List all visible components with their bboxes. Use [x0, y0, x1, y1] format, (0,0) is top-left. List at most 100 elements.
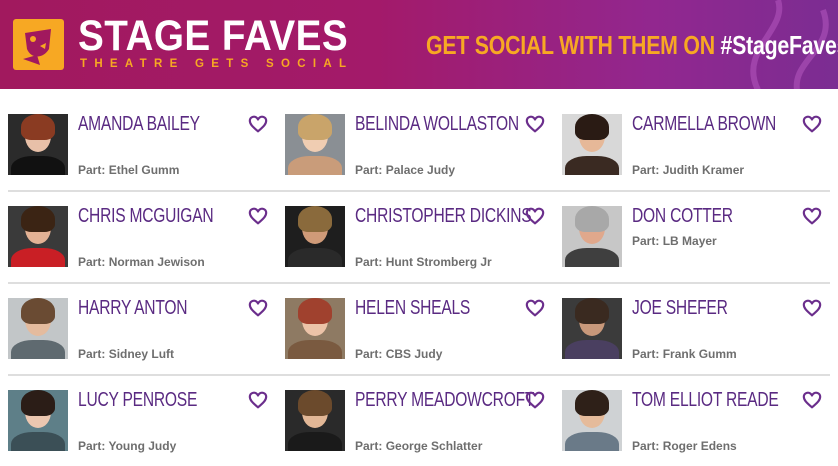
part-role: Judith Kramer [662, 163, 745, 177]
shoulders [288, 432, 342, 451]
part-line: Part: Sidney Luft [78, 347, 174, 361]
actor-name-link[interactable]: BELINDA WOLLASTON [355, 113, 519, 136]
actor-name-link[interactable]: CARMELLA BROWN [632, 113, 776, 136]
cast-card[interactable]: PERRY MEADOWCROFT Part: George Schlatter [285, 365, 553, 457]
heart-icon[interactable] [802, 207, 822, 225]
heart-icon[interactable] [248, 299, 268, 317]
part-role: George Schlatter [385, 439, 483, 453]
part-line: Part: Young Judy [78, 439, 176, 453]
headshot-photo[interactable] [8, 298, 68, 359]
cast-card[interactable]: JOE SHEFER Part: Frank Gumm [562, 273, 830, 365]
headshot-photo[interactable] [562, 390, 622, 451]
shoulders [565, 248, 619, 267]
heart-icon[interactable] [525, 115, 545, 133]
actor-name-link[interactable]: CHRISTOPHER DICKINS [355, 205, 532, 228]
cast-row: HARRY ANTON Part: Sidney Luft HELEN SHEALS… [0, 273, 838, 376]
cast-card[interactable]: TOM ELLIOT READE Part: Roger Edens [562, 365, 830, 457]
part-line: Part: Judith Kramer [632, 163, 744, 177]
headshot-photo[interactable] [562, 114, 622, 175]
actor-name-link[interactable]: HARRY ANTON [78, 297, 188, 320]
hair [298, 114, 332, 140]
actor-name-link[interactable]: JOE SHEFER [632, 297, 728, 320]
shoulders [288, 156, 342, 175]
part-line: Part: Frank Gumm [632, 347, 737, 361]
part-line: Part: Ethel Gumm [78, 163, 179, 177]
part-line: Part: Roger Edens [632, 439, 737, 453]
cast-grid: AMANDA BAILEY Part: Ethel Gumm BELINDA WOL… [0, 89, 838, 457]
cast-card[interactable]: LUCY PENROSE Part: Young Judy [8, 365, 276, 457]
hair [21, 390, 55, 416]
shoulders [11, 248, 65, 267]
hair [575, 298, 609, 324]
headshot-photo[interactable] [8, 390, 68, 451]
part-role: LB Mayer [662, 234, 717, 248]
cta-text: GET SOCIAL WITH THEM ON [426, 30, 721, 60]
cast-card[interactable]: HARRY ANTON Part: Sidney Luft [8, 273, 276, 365]
heart-icon[interactable] [248, 391, 268, 409]
cast-card[interactable]: CHRIS MCGUIGAN Part: Norman Jewison [8, 181, 276, 273]
headshot-photo[interactable] [8, 206, 68, 267]
heart-icon[interactable] [802, 391, 822, 409]
logo-icon[interactable] [13, 19, 64, 70]
cast-row: LUCY PENROSE Part: Young Judy PERRY MEADOW… [0, 365, 838, 457]
hair [298, 298, 332, 324]
hair [298, 390, 332, 416]
heart-icon[interactable] [248, 207, 268, 225]
cast-card[interactable]: BELINDA WOLLASTON Part: Palace Judy [285, 89, 553, 181]
actor-name-link[interactable]: TOM ELLIOT READE [632, 389, 779, 412]
heart-icon[interactable] [802, 115, 822, 133]
cast-row: AMANDA BAILEY Part: Ethel Gumm BELINDA WOL… [0, 89, 838, 192]
cast-card[interactable]: AMANDA BAILEY Part: Ethel Gumm [8, 89, 276, 181]
cast-card[interactable]: HELEN SHEALS Part: CBS Judy [285, 273, 553, 365]
shoulders [11, 156, 65, 175]
headshot-photo[interactable] [8, 114, 68, 175]
hair [298, 206, 332, 232]
cta-hashtag-link[interactable]: #StageFaves [721, 30, 838, 60]
heart-icon[interactable] [802, 299, 822, 317]
part-prefix: Part: [632, 439, 663, 453]
header-banner: STAGE FAVES THEATRE GETS SOCIAL GET SOCI… [0, 0, 838, 89]
part-prefix: Part: [78, 347, 109, 361]
headshot-photo[interactable] [285, 390, 345, 451]
brand-title[interactable]: STAGE FAVES [78, 12, 348, 60]
part-prefix: Part: [78, 163, 109, 177]
actor-name-link[interactable]: CHRIS MCGUIGAN [78, 205, 214, 228]
actor-name-link[interactable]: HELEN SHEALS [355, 297, 470, 320]
brand-subtitle: THEATRE GETS SOCIAL [80, 58, 354, 70]
cast-card[interactable]: DON COTTER Part: LB Mayer [562, 181, 830, 273]
headshot-photo[interactable] [562, 298, 622, 359]
cast-card[interactable]: CHRISTOPHER DICKINS Part: Hunt Stromberg … [285, 181, 553, 273]
actor-name-link[interactable]: LUCY PENROSE [78, 389, 197, 412]
part-role: Young Judy [108, 439, 177, 453]
headshot-photo[interactable] [562, 206, 622, 267]
heart-icon[interactable] [525, 391, 545, 409]
headshot-photo[interactable] [285, 298, 345, 359]
part-role: Sidney Luft [108, 347, 175, 361]
part-prefix: Part: [78, 439, 109, 453]
heart-icon[interactable] [525, 207, 545, 225]
part-prefix: Part: [355, 163, 386, 177]
part-line: Part: George Schlatter [355, 439, 482, 453]
part-role: Hunt Stromberg Jr [385, 255, 492, 269]
headshot-photo[interactable] [285, 114, 345, 175]
cast-card[interactable]: CARMELLA BROWN Part: Judith Kramer [562, 89, 830, 181]
part-line: Part: Norman Jewison [78, 255, 205, 269]
part-line: Part: Hunt Stromberg Jr [355, 255, 492, 269]
shoulders [11, 340, 65, 359]
heart-icon[interactable] [248, 115, 268, 133]
shoulders [565, 340, 619, 359]
hair [575, 206, 609, 232]
actor-name-link[interactable]: PERRY MEADOWCROFT [355, 389, 534, 412]
part-prefix: Part: [355, 255, 386, 269]
heart-icon[interactable] [525, 299, 545, 317]
actor-name-link[interactable]: DON COTTER [632, 205, 733, 228]
part-line: Part: Palace Judy [355, 163, 455, 177]
part-role: Roger Edens [662, 439, 737, 453]
part-prefix: Part: [632, 347, 663, 361]
part-role: Frank Gumm [662, 347, 737, 361]
social-cta: GET SOCIAL WITH THEM ON #StageFaves [426, 30, 838, 61]
headshot-photo[interactable] [285, 206, 345, 267]
actor-name-link[interactable]: AMANDA BAILEY [78, 113, 200, 136]
shoulders [288, 340, 342, 359]
hair [575, 390, 609, 416]
